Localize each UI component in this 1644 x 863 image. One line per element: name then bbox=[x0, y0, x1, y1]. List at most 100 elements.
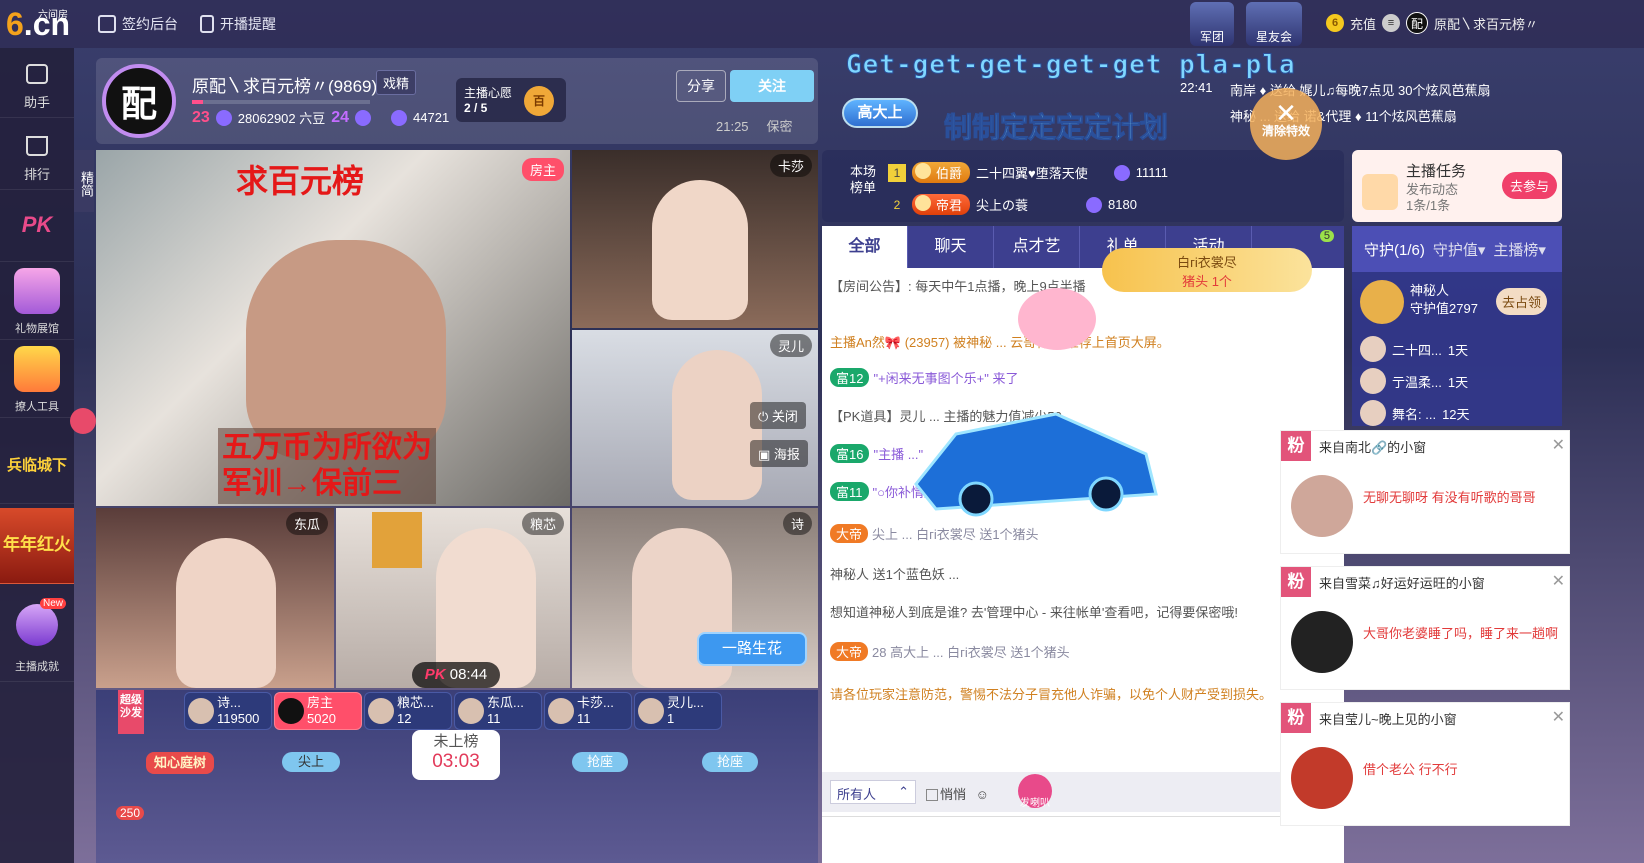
sidebar-item-flirt-tools[interactable]: 撩人工具 bbox=[0, 342, 74, 418]
sidebar-item-siege[interactable]: 兵临城下 bbox=[0, 428, 74, 504]
private-message-popup[interactable]: 粉 来自南北🔗的小窗 ✕ 无聊无聊呀 有没有听歌的哥哥 bbox=[1280, 430, 1570, 554]
room-title: 原配〵求百元榜〃(9869) bbox=[192, 77, 378, 96]
tab-talent[interactable]: 点才艺 bbox=[994, 226, 1080, 268]
live-reminder-link[interactable]: 开播提醒 bbox=[200, 14, 276, 34]
legion-badge[interactable]: 军团 bbox=[1190, 2, 1234, 46]
contract-backend-link[interactable]: 签约后台 bbox=[98, 14, 178, 34]
location-secret: 保密 bbox=[766, 119, 793, 134]
sidebar-item-gift-gallery[interactable]: 礼物展馆 bbox=[0, 264, 74, 340]
main-video[interactable]: 求百元榜 房主 五万币为所欲为 军训→保前三 bbox=[96, 150, 570, 506]
seat-slot[interactable]: 东瓜... 11 bbox=[454, 692, 542, 730]
seat-slot[interactable]: 灵儿... 1 bbox=[634, 692, 722, 730]
clear-effects-button[interactable]: ✕ 清除特效 bbox=[1250, 88, 1322, 160]
sidebar-item-new-year[interactable]: 年年红火 bbox=[0, 508, 74, 584]
tile-name: 东瓜 bbox=[285, 512, 328, 535]
gaoda-badge: 高大上 bbox=[842, 98, 918, 128]
collapse-icon[interactable] bbox=[70, 408, 96, 434]
video-tile-liangxin[interactable]: 粮芯 bbox=[336, 508, 570, 688]
seat-score: 1 bbox=[667, 711, 675, 726]
sidebar-item-ranking[interactable]: 排行 bbox=[0, 120, 74, 190]
user-avatar[interactable]: 配 bbox=[1406, 12, 1429, 34]
robot-icon bbox=[26, 64, 48, 84]
seat-avatar bbox=[368, 698, 394, 724]
tab-anchor-rank[interactable]: 主播榜▾ bbox=[1493, 239, 1546, 260]
seat-name: 房主 bbox=[307, 695, 334, 710]
compact-toggle[interactable]: 精简 bbox=[74, 150, 94, 212]
host-tag: 房主 bbox=[521, 158, 564, 181]
close-icon: ✕ bbox=[1275, 98, 1297, 128]
fraud-warning: 请各位玩家注意防范，警惕不法分子冒充他人诈骗，以免个人财产受到损失。 bbox=[830, 687, 1273, 702]
user-name[interactable]: 原配〵求百元榜〃 bbox=[1434, 14, 1538, 33]
tab-chat[interactable]: 聊天 bbox=[908, 226, 994, 268]
emoji-icon[interactable]: ☺ bbox=[976, 787, 989, 802]
guard-row[interactable]: 亍温柔... 1天 bbox=[1360, 368, 1468, 394]
chat-message: 大帝 28 高大上 ... 白гi衣裳尽 送1个猪头 bbox=[830, 642, 1070, 661]
seat-slot[interactable]: 诗... 119500 bbox=[184, 692, 272, 730]
private-message-popup[interactable]: 粉 来自雪菜♫好运好运旺的小窗 ✕ 大哥你老婆睡了吗，睡了来一趟啊 bbox=[1280, 566, 1570, 690]
sidebar-item-anchor-achievement[interactable]: New 主播成就 bbox=[0, 596, 74, 682]
sidebar-item-pk[interactable]: PK bbox=[0, 192, 74, 262]
occupy-button[interactable]: 去占领 bbox=[1496, 288, 1548, 315]
chat-message: 大帝 尖上 ... 白гi衣裳尽 送1个猪头 bbox=[830, 524, 1039, 543]
seat-slot[interactable]: 粮芯... 12 bbox=[364, 692, 452, 730]
recharge-link[interactable]: 充值 bbox=[1350, 14, 1376, 33]
tab-all[interactable]: 全部 bbox=[822, 226, 908, 268]
flower-button[interactable]: 一路生花 bbox=[697, 632, 807, 666]
join-task-button[interactable]: 去参与 bbox=[1502, 172, 1558, 199]
private-message-popup[interactable]: 粉 来自莹儿~晚上见的小窗 ✕ 借个老公 行不行 bbox=[1280, 702, 1570, 826]
ticker-time: 22:41 bbox=[1180, 80, 1213, 95]
top-user-row[interactable]: 1 伯爵 二十四翼♥堕落天使 11111 bbox=[888, 162, 1168, 183]
follow-button[interactable]: 关注 bbox=[730, 70, 814, 102]
sports-car-effect bbox=[914, 412, 1158, 517]
seat-slot[interactable]: 房主 5020 bbox=[274, 692, 362, 730]
tile-name: 灵儿 bbox=[769, 334, 812, 357]
chat-input[interactable] bbox=[822, 816, 1344, 863]
top-user-score: 11111 bbox=[1135, 165, 1169, 180]
court-label[interactable]: 知心庭树 bbox=[146, 752, 214, 774]
close-button[interactable]: ⏻ 关闭 bbox=[750, 402, 806, 429]
tab-guard-value[interactable]: 守护值▾ bbox=[1433, 239, 1486, 260]
tab-guard[interactable]: 守护(1/6) bbox=[1364, 239, 1425, 260]
sidebar-item-assistant[interactable]: 助手 bbox=[0, 48, 74, 118]
anchor-wish[interactable]: 主播心愿 2 / 5 百 bbox=[456, 78, 566, 122]
share-button[interactable]: 分享 bbox=[676, 70, 726, 102]
noble-badge: 帝君 bbox=[912, 194, 971, 215]
chevron-up-icon: ⌃ bbox=[898, 784, 909, 799]
seat-score: 12 bbox=[397, 711, 412, 726]
seat-score: 11 bbox=[487, 711, 501, 726]
top-users-label: 本场 榜单 bbox=[850, 164, 877, 195]
chat-input-row: 所有人 ⌃ 悄悄 ☺ 发喇叭 bbox=[822, 772, 1344, 812]
whisper-checkbox[interactable]: 悄悄 ☺ bbox=[926, 784, 989, 803]
bottom-text-line2: 军训→保前三 bbox=[222, 467, 402, 500]
rank-number: 1 bbox=[888, 163, 906, 182]
seat-grab-2[interactable]: 抢座 bbox=[572, 752, 628, 772]
seat-grab-3[interactable]: 抢座 bbox=[702, 752, 758, 772]
recipient-select[interactable]: 所有人 ⌃ bbox=[830, 780, 916, 804]
noble-chip: 大帝 bbox=[830, 642, 869, 661]
video-tile-donggua[interactable]: 东瓜 bbox=[96, 508, 334, 688]
seat-avatar bbox=[548, 698, 574, 724]
close-icon[interactable]: ✕ bbox=[1552, 707, 1565, 727]
anchor-task: 主播任务 发布动态 1条/1条 去参与 bbox=[1352, 150, 1562, 222]
level-progress bbox=[192, 100, 370, 104]
seat-avatar bbox=[188, 698, 214, 724]
guard-row[interactable]: 二十四... 1天 bbox=[1360, 336, 1468, 362]
room-avatar[interactable]: 配 bbox=[102, 64, 176, 138]
guard-row[interactable]: 舞名: ... 12天 bbox=[1360, 400, 1470, 426]
seat-slot[interactable]: 卡莎... 11 bbox=[544, 692, 632, 730]
star-club-badge[interactable]: 星友会 bbox=[1246, 2, 1302, 46]
viewer-count: 250 bbox=[116, 806, 145, 820]
shout-button[interactable]: 发喇叭 bbox=[1018, 774, 1052, 809]
poster-button[interactable]: ▣ 海报 bbox=[750, 440, 808, 467]
star-level: 24 bbox=[331, 108, 350, 126]
menu-icon[interactable]: ≡ bbox=[1382, 14, 1401, 32]
video-tile-kasha[interactable]: 卡莎 bbox=[572, 150, 818, 328]
rich-level: 23 bbox=[192, 108, 210, 126]
super-sofa-badge: 超级沙发 bbox=[118, 690, 144, 734]
video-tile-linger[interactable]: 灵儿 ⏻ 关闭 ▣ 海报 bbox=[572, 330, 818, 506]
seat-grab-1[interactable]: 尖上 bbox=[282, 752, 340, 772]
close-icon[interactable]: ✕ bbox=[1552, 435, 1565, 455]
close-icon[interactable]: ✕ bbox=[1552, 571, 1565, 591]
calendar-icon bbox=[1362, 174, 1398, 210]
top-user-row[interactable]: 2 帝君 尖上の蓑 8180 bbox=[888, 194, 1137, 215]
